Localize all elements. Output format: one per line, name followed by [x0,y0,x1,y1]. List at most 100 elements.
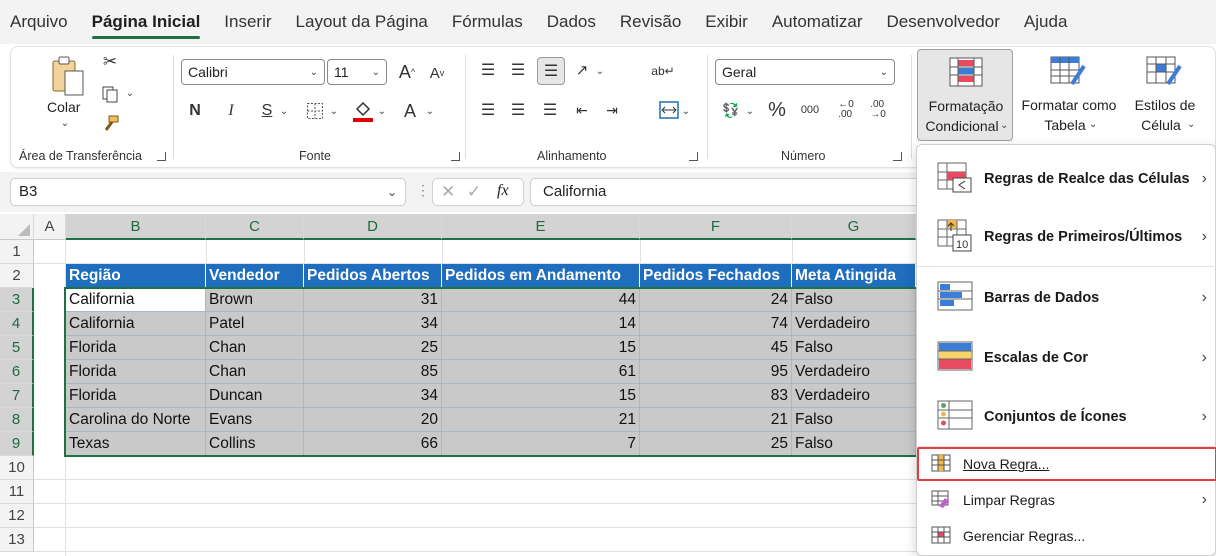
menu-item-clear-rules[interactable]: Limpar Regras › [917,483,1216,517]
table-cell[interactable]: Florida [66,336,206,360]
decrease-indent-icon[interactable]: ⇤ [571,99,593,121]
table-cell[interactable]: Evans [206,408,304,432]
decrease-font-icon[interactable]: Av [425,61,449,85]
table-cell[interactable]: Falso [792,288,916,312]
table-cell[interactable]: Florida [66,384,206,408]
table-cell[interactable]: 21 [442,408,640,432]
menu-item-manage-rules[interactable]: Gerenciar Regras... [917,519,1216,553]
table-cell[interactable]: Verdadeiro [792,384,916,408]
table-cell[interactable]: 31 [304,288,442,312]
italic-button[interactable]: I [221,99,241,123]
table-cell[interactable]: 83 [640,384,792,408]
align-left-icon[interactable]: ☰ [477,99,499,121]
format-painter-icon[interactable] [99,113,121,135]
row-header[interactable]: 8 [0,408,34,432]
table-cell-active[interactable]: California [66,288,206,312]
menu-item-icon-sets[interactable]: Conjuntos de Ícones › [917,389,1216,445]
font-color-dropdown-icon[interactable]: ⌄ [425,105,435,117]
row-header[interactable]: 12 [0,504,34,528]
tab-exibir[interactable]: Exibir [705,8,748,36]
row-header[interactable]: 7 [0,384,34,408]
cut-icon[interactable]: ✂ [99,51,121,73]
tab-revisao[interactable]: Revisão [620,8,681,36]
tab-ajuda[interactable]: Ajuda [1024,8,1067,36]
column-header-c[interactable]: C [206,214,304,240]
menu-item-highlight-rules[interactable]: Regras de Realce das Células › [917,151,1216,207]
table-cell[interactable]: 14 [442,312,640,336]
table-cell[interactable]: Verdadeiro [792,312,916,336]
tab-pagina-inicial[interactable]: Página Inicial [91,8,200,39]
table-cell[interactable]: 85 [304,360,442,384]
table-cell[interactable]: 25 [304,336,442,360]
table-cell[interactable]: Brown [206,288,304,312]
table-cell[interactable]: 45 [640,336,792,360]
paste-dropdown-icon[interactable]: ⌄ [60,117,70,129]
font-name-select[interactable]: Calibri ⌄ [181,59,325,85]
orientation-icon[interactable]: ↗ [571,59,593,81]
table-cell[interactable]: Florida [66,360,206,384]
font-launcher-icon[interactable] [451,152,460,161]
table-cell[interactable]: 44 [442,288,640,312]
tab-inserir[interactable]: Inserir [224,8,271,36]
row-header[interactable]: 9 [0,432,34,456]
insert-function-button[interactable]: fx [497,182,509,200]
bold-button[interactable]: N [185,99,205,123]
conditional-formatting-button[interactable]: Formatação Condicional ⌄ [917,49,1013,141]
table-cell[interactable]: 15 [442,384,640,408]
chevron-down-icon[interactable]: ⌄ [387,185,397,199]
accounting-dropdown-icon[interactable]: ⌄ [745,105,755,117]
table-cell[interactable]: 66 [304,432,442,456]
menu-item-top-bottom[interactable]: 10 Regras de Primeiros/Últimos › [917,209,1216,265]
tab-formulas[interactable]: Fórmulas [452,8,523,36]
decrease-decimal-icon[interactable]: .00 →0 [865,97,891,123]
table-header-cell[interactable]: Meta Atingida [792,264,916,288]
table-cell[interactable]: Chan [206,336,304,360]
tab-arquivo[interactable]: Arquivo [10,8,68,36]
table-cell[interactable]: Patel [206,312,304,336]
column-header-b[interactable]: B [66,214,206,240]
fill-color-dropdown-icon[interactable]: ⌄ [377,105,387,117]
paste-label[interactable]: Colar [47,99,80,115]
table-cell[interactable]: Falso [792,432,916,456]
table-cell[interactable]: 95 [640,360,792,384]
font-size-select[interactable]: 11 ⌄ [327,59,387,85]
row-header[interactable]: 4 [0,312,34,336]
table-cell[interactable]: 24 [640,288,792,312]
table-cell[interactable]: Chan [206,360,304,384]
row-header[interactable]: 11 [0,480,34,504]
more-icon[interactable]: ⋮ [416,182,430,199]
select-all-corner[interactable] [0,214,34,240]
grid-row-empty[interactable] [34,240,916,264]
table-cell[interactable]: 7 [442,432,640,456]
grid-row-empty[interactable] [34,456,916,480]
number-launcher-icon[interactable] [893,152,902,161]
row-header[interactable]: 13 [0,528,34,552]
name-box[interactable]: B3 ⌄ [10,178,406,206]
tab-desenvolvedor[interactable]: Desenvolvedor [887,8,1000,36]
thousands-button[interactable]: 000 [797,99,823,121]
table-cell[interactable]: 20 [304,408,442,432]
grid-row-empty[interactable] [34,528,916,552]
row-header[interactable]: 10 [0,456,34,480]
table-header-cell[interactable]: Região [66,264,206,288]
row-header[interactable]: 1 [0,240,34,264]
table-cell[interactable]: 15 [442,336,640,360]
row-header[interactable]: 2 [0,264,34,288]
table-cell[interactable]: Texas [66,432,206,456]
tab-automatizar[interactable]: Automatizar [772,8,863,36]
clipboard-launcher-icon[interactable] [157,152,166,161]
align-center-icon[interactable]: ☰ [507,99,529,121]
table-cell[interactable]: 25 [640,432,792,456]
accounting-icon[interactable]: 💱 [719,99,743,121]
column-header-g[interactable]: G [792,214,916,240]
table-cell[interactable]: Verdadeiro [792,360,916,384]
table-cell[interactable]: Carolina do Norte [66,408,206,432]
fill-color-icon[interactable] [351,97,375,125]
grid-row-empty[interactable] [34,480,916,504]
align-bottom-icon[interactable]: ☰ [537,57,565,85]
menu-item-new-rule[interactable]: Nova Regra... [917,447,1216,481]
table-cell[interactable]: 74 [640,312,792,336]
table-cell[interactable]: California [66,312,206,336]
table-cell[interactable]: Duncan [206,384,304,408]
table-header-cell[interactable]: Pedidos Abertos [304,264,442,288]
